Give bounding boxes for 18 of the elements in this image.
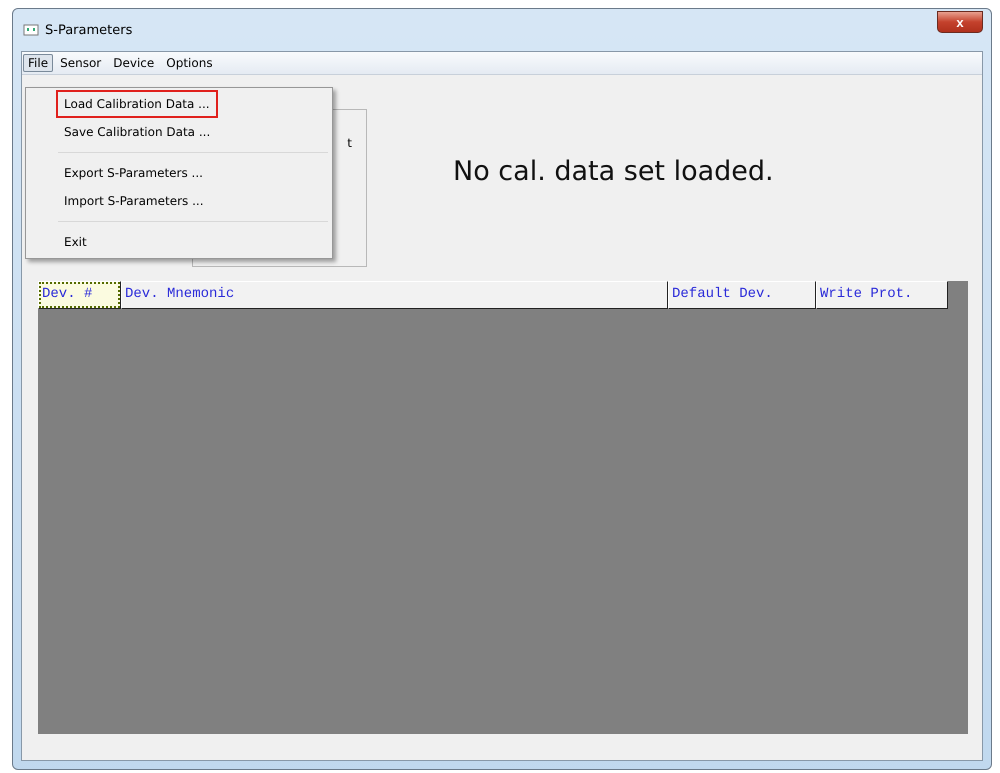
menu-title[interactable]: Options [161, 54, 218, 72]
menu-item[interactable]: Exit [56, 228, 95, 256]
column-header[interactable]: Dev. Mnemonic [121, 281, 668, 309]
column-header[interactable]: Default Dev. [668, 281, 816, 309]
menu-title[interactable]: File [23, 54, 54, 72]
group-text: t [347, 136, 352, 150]
window-title: S-Parameters [45, 22, 132, 38]
status-message: No cal. data set loaded. [453, 156, 774, 186]
close-button[interactable]: x [937, 11, 983, 33]
menu-item[interactable]: Load Calibration Data ... [56, 90, 218, 118]
app-icon [23, 23, 39, 37]
column-header[interactable]: Dev. # [38, 281, 121, 309]
menu-title[interactable]: Sensor [55, 54, 106, 72]
menu-title[interactable]: Device [108, 54, 160, 72]
menu-item[interactable]: Import S-Parameters ... [56, 187, 212, 215]
menu-item[interactable]: Export S-Parameters ... [56, 159, 211, 187]
column-header[interactable]: Write Prot. [816, 281, 948, 309]
menu-item[interactable]: Save Calibration Data ... [56, 118, 218, 146]
